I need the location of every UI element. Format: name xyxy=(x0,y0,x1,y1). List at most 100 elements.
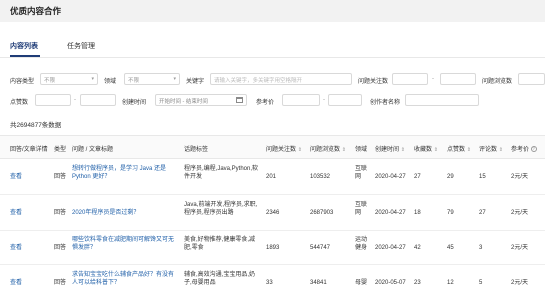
tab-bar: 内容列表 任务管理 xyxy=(0,38,545,58)
sort-icon[interactable]: ⇕ xyxy=(499,147,503,153)
col-price-header: 参考价 ? xyxy=(511,144,537,153)
row-type: 回答 xyxy=(54,245,67,251)
view-link[interactable]: 查看 xyxy=(10,209,22,217)
row-created: 2020-04-27 xyxy=(375,210,406,216)
row-follows: 201 xyxy=(266,174,277,180)
row-domain: 母婴 xyxy=(355,280,368,286)
col-domain-header: 领域 xyxy=(355,147,368,153)
row-price: 2元/天 xyxy=(511,280,529,286)
row-views: 544747 xyxy=(310,245,331,251)
created-time-label: 创建时间 xyxy=(122,100,147,106)
chevron-down-icon: ▾ xyxy=(173,76,176,82)
row-comments: 27 xyxy=(479,210,486,216)
price-max-input[interactable] xyxy=(328,94,362,106)
keyword-input[interactable]: 请输入关键字，多关键字用空格隔开 xyxy=(210,73,352,85)
question-follows-label: 问题关注数 xyxy=(358,79,389,85)
tab-content-list[interactable]: 内容列表 xyxy=(10,41,38,51)
content-type-label: 内容类型 xyxy=(10,79,35,85)
table-header: 回答/文章详情 类型 问题 / 文章标题 话题标签 问题关注数 ⇕ 问题浏览数 … xyxy=(0,135,545,159)
row-likes: 79 xyxy=(447,210,454,216)
row-follows: 1893 xyxy=(266,245,280,251)
author-name-input[interactable] xyxy=(405,94,479,106)
col-favorites-header[interactable]: 收藏数 ⇕ xyxy=(414,144,438,153)
row-tags: 辅食,高效沟通,宝宝用品,奶子,母婴用品 xyxy=(184,272,256,286)
row-created: 2020-04-27 xyxy=(375,245,406,251)
view-link[interactable]: 查看 xyxy=(10,173,22,181)
sort-icon[interactable]: ⇕ xyxy=(401,147,405,153)
domain-value: 不限 xyxy=(128,78,140,84)
domain-select[interactable]: 不限 ▾ xyxy=(124,73,180,85)
col-views-label: 问题浏览数 xyxy=(310,147,341,153)
calendar-icon[interactable] xyxy=(236,97,243,103)
ref-price-label: 参考价 xyxy=(256,100,275,106)
col-favorites-label: 收藏数 xyxy=(414,147,433,153)
view-link[interactable]: 查看 xyxy=(10,244,22,252)
view-link[interactable]: 查看 xyxy=(10,279,22,287)
sort-icon[interactable]: ⇕ xyxy=(298,147,302,153)
domain-label: 领域 xyxy=(104,79,117,85)
row-favorites: 18 xyxy=(414,210,421,216)
col-views-header[interactable]: 问题浏览数 ⇕ xyxy=(310,144,346,153)
col-comments-header[interactable]: 评论数 ⇕ xyxy=(479,144,503,153)
sort-icon[interactable]: ⇕ xyxy=(434,147,438,153)
table-row: 查看 回答 哪些饮料零食在减肥期间可解馋又可无惧发胖？ 美食,好物推荐,健康零食… xyxy=(0,231,545,265)
col-created-label: 创建时间 xyxy=(375,147,400,153)
row-title[interactable]: 求告知宝宝吃什么辅食产品好？有没有人可以给科普下？ xyxy=(72,271,178,287)
row-favorites: 23 xyxy=(414,280,421,286)
date-range-placeholder: 开始时间 - 结束时间 xyxy=(159,99,208,105)
date-range-picker[interactable]: 开始时间 - 结束时间 xyxy=(155,94,247,106)
col-likes-label: 点赞数 xyxy=(447,147,466,153)
question-views-label: 问题浏览数 xyxy=(482,79,513,85)
row-title[interactable]: 哪些饮料零食在减肥期间可解馋又可无惧发胖？ xyxy=(72,236,178,252)
table-row: 查看 回答 求告知宝宝吃什么辅食产品好？有没有人可以给科普下？ 辅食,高效沟通,… xyxy=(0,265,545,301)
col-title-header: 问题 / 文章标题 xyxy=(72,147,114,153)
row-domain: 互联网 xyxy=(355,202,368,216)
likes-label: 点赞数 xyxy=(10,100,29,106)
info-icon[interactable]: ? xyxy=(530,146,537,153)
row-tags: Java,前端开发,程序员,求职,程序员,程序员出路 xyxy=(184,202,258,216)
price-min-input[interactable] xyxy=(282,94,320,106)
range-dash: - xyxy=(432,76,434,82)
row-comments: 5 xyxy=(479,280,483,286)
row-domain: 运动健身 xyxy=(355,237,368,251)
follows-min-input[interactable] xyxy=(392,73,428,85)
table-row: 查看 回答 想转行做程序员，是学习 Java 还是 Python 更好？ 程序员… xyxy=(0,159,545,195)
row-price: 2元/天 xyxy=(511,210,529,216)
col-follows-header[interactable]: 问题关注数 ⇕ xyxy=(266,144,302,153)
row-favorites: 42 xyxy=(414,245,421,251)
col-price-label: 参考价 xyxy=(511,147,530,153)
likes-max-input[interactable] xyxy=(80,94,116,106)
row-views: 2687903 xyxy=(310,210,334,216)
col-created-header[interactable]: 创建时间 ⇕ xyxy=(375,144,405,153)
page-header: 优质内容合作 xyxy=(0,0,545,22)
row-likes: 45 xyxy=(447,245,454,251)
views-min-input[interactable] xyxy=(518,73,545,85)
row-views: 103532 xyxy=(310,174,331,180)
sort-icon[interactable]: ⇕ xyxy=(342,147,346,153)
result-count: 共2694877条数据 xyxy=(10,122,62,129)
col-likes-header[interactable]: 点赞数 ⇕ xyxy=(447,144,471,153)
row-type: 回答 xyxy=(54,210,67,216)
sort-icon[interactable]: ⇕ xyxy=(467,147,471,153)
row-likes: 12 xyxy=(447,280,454,286)
range-dash: - xyxy=(323,97,325,103)
row-follows: 2346 xyxy=(266,210,280,216)
row-domain: 互联网 xyxy=(355,166,368,180)
col-action-header: 回答/文章详情 xyxy=(10,147,48,153)
col-tags-header: 话题标签 xyxy=(184,147,209,153)
content-type-select[interactable]: 不限 ▾ xyxy=(40,73,98,85)
likes-min-input[interactable] xyxy=(35,94,71,106)
row-tags: 美食,好物推荐,健康零食,减肥,零食 xyxy=(184,237,256,251)
col-type-header: 类型 xyxy=(54,147,67,153)
row-title[interactable]: 2020年程序员是否过剩？ xyxy=(72,209,178,217)
row-price: 2元/天 xyxy=(511,174,529,180)
row-created: 2020-04-27 xyxy=(375,174,406,180)
author-name-label: 创作者名称 xyxy=(370,100,401,106)
row-title[interactable]: 想转行做程序员，是学习 Java 还是 Python 更好？ xyxy=(72,165,178,181)
col-follows-label: 问题关注数 xyxy=(266,147,297,153)
tab-task-management[interactable]: 任务管理 xyxy=(67,41,95,51)
chevron-down-icon: ▾ xyxy=(91,76,94,82)
follows-max-input[interactable] xyxy=(440,73,476,85)
row-follows: 33 xyxy=(266,280,273,286)
row-price: 2元/天 xyxy=(511,245,529,251)
